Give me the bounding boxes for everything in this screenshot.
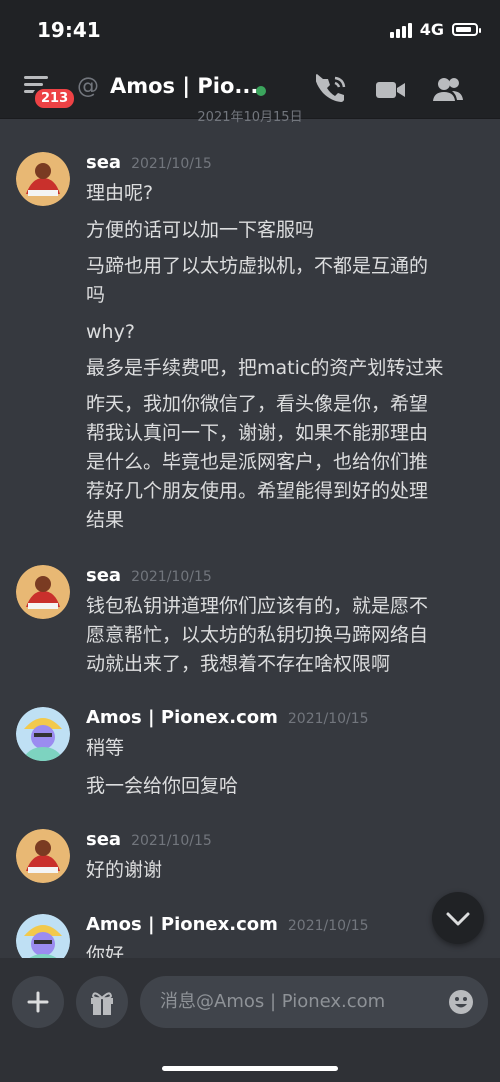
- at-icon: @: [77, 74, 99, 99]
- message-input[interactable]: 消息@Amos | Pionex.com: [140, 976, 488, 1028]
- message-text: 方便的话可以加一下客服吗: [86, 219, 315, 241]
- chevron-down-icon: [446, 912, 470, 926]
- message-text: why?: [86, 321, 135, 343]
- video-call-icon[interactable]: [374, 74, 406, 106]
- sea-avatar[interactable]: [16, 152, 70, 206]
- date-divider: 2021年10月15日: [197, 110, 303, 125]
- message-text: 我一会给你回复哈: [86, 775, 239, 797]
- battery-icon: [452, 23, 481, 36]
- status-indicators: 4G: [389, 20, 481, 39]
- members-icon[interactable]: [432, 74, 464, 106]
- message-text: 愿意帮忙，以太坊的私钥切换马蹄网络自: [86, 624, 429, 646]
- message-composer: 消息@Amos | Pionex.com: [0, 958, 500, 1082]
- scroll-to-bottom-button[interactable]: [432, 892, 484, 944]
- voice-call-icon[interactable]: [316, 74, 348, 106]
- plus-icon: [27, 991, 49, 1013]
- signal-icon: [389, 22, 412, 38]
- message-group: Amos | Pionex.com 2021/10/15 你好: [0, 914, 500, 960]
- status-bar: 19:41 4G: [0, 0, 500, 62]
- gift-button[interactable]: [76, 976, 128, 1028]
- message-timestamp: 2021/10/15: [287, 711, 369, 727]
- add-attachment-button[interactable]: [12, 976, 64, 1028]
- network-type: 4G: [419, 20, 444, 39]
- channel-title[interactable]: Amos | Pio...: [110, 74, 258, 98]
- amos-avatar[interactable]: [16, 914, 70, 960]
- amos-avatar[interactable]: [16, 707, 70, 761]
- message-text: 马蹄也用了以太坊虚拟机，不都是互通的: [86, 255, 429, 277]
- message-input-placeholder: 消息@Amos | Pionex.com: [160, 991, 386, 1012]
- author-name[interactable]: sea: [86, 829, 121, 850]
- message-text: 最多是手续费吧，把matic的资产划转过来: [86, 357, 444, 379]
- sea-avatar[interactable]: [16, 829, 70, 883]
- message-timestamp: 2021/10/15: [131, 833, 212, 849]
- message-text: 是什么。毕竟也是派网客户，也给你们推: [86, 451, 429, 473]
- message-timestamp: 2021/10/15: [131, 569, 212, 585]
- message-text: 理由呢?: [86, 182, 154, 204]
- sea-avatar[interactable]: [16, 565, 70, 619]
- message-text: 你好: [86, 944, 125, 960]
- status-time: 19:41: [37, 18, 101, 42]
- message-text: 帮我认真问一下，谢谢，如果不能那理由: [86, 422, 429, 444]
- message-timestamp: 2021/10/15: [287, 918, 369, 934]
- author-name[interactable]: sea: [86, 152, 121, 173]
- message-text: 好的谢谢: [86, 859, 163, 881]
- message-text: 吗: [86, 284, 106, 306]
- author-name[interactable]: Amos | Pionex.com: [86, 707, 278, 728]
- message-timestamp: 2021/10/15: [131, 156, 212, 172]
- author-name[interactable]: sea: [86, 565, 121, 586]
- online-status-icon: [256, 86, 266, 96]
- home-indicator: [162, 1066, 338, 1071]
- author-name[interactable]: Amos | Pionex.com: [86, 914, 278, 935]
- message-text: 钱包私钥讲道理你们应该有的，就是愿不: [86, 595, 429, 617]
- emoji-icon[interactable]: [448, 989, 474, 1015]
- message-text: 稍等: [86, 737, 125, 759]
- gift-icon: [91, 992, 113, 1015]
- message-text: 动就出来了，我想着不存在啥权限啊: [86, 653, 391, 675]
- message-text: 荐好几个朋友使用。希望能得到好的处理: [86, 480, 429, 502]
- message-text: 结果: [86, 509, 125, 531]
- message-text: 昨天，我加你微信了，看头像是你，希望: [86, 393, 429, 415]
